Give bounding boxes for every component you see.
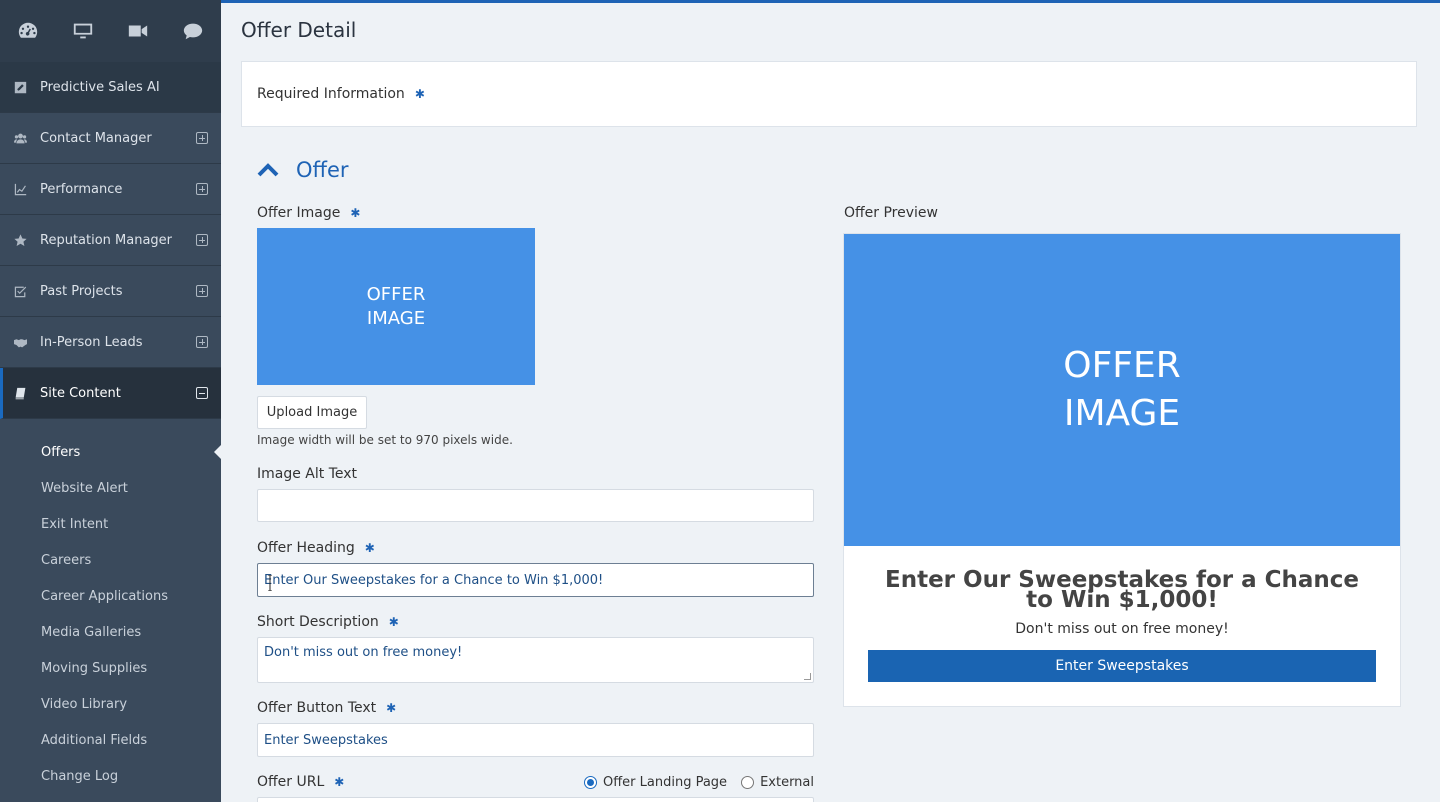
book-icon [14, 387, 27, 400]
offer-url-type-radio-group: Offer Landing Page External [570, 775, 814, 790]
submenu-item-exit-intent[interactable]: Exit Intent [0, 506, 221, 542]
offer-button-text-label-text: Offer Button Text [257, 700, 377, 716]
chevron-up-icon [257, 163, 279, 177]
submenu-item-media-galleries[interactable]: Media Galleries [0, 614, 221, 650]
sidebar-item-past-projects[interactable]: Past Projects [0, 266, 221, 317]
radio-selected-icon[interactable] [583, 776, 597, 789]
preview-enter-sweepstakes-button[interactable]: Enter Sweepstakes [868, 650, 1376, 682]
sidebar-item-label: Contact Manager [40, 130, 152, 146]
image-width-help-text: Image width will be set to 970 pixels wi… [257, 433, 513, 447]
radio-label: External [760, 775, 814, 790]
star-icon [14, 233, 27, 247]
sidebar-item-site-content[interactable]: Site Content [0, 368, 221, 419]
check-square-icon [14, 285, 27, 298]
chat-bubble-icon[interactable] [165, 0, 220, 62]
offer-url-input[interactable] [257, 797, 814, 802]
sidebar-item-predictive-sales-ai[interactable]: Predictive Sales AI [0, 62, 221, 113]
radio-unselected-icon[interactable] [741, 776, 755, 789]
required-asterisk-icon: ✱ [364, 541, 375, 555]
sidebar-item-reputation-manager[interactable]: Reputation Manager [0, 215, 221, 266]
required-information-card: Required Information ✱ [241, 61, 1417, 127]
short-description-label: Short Description ✱ [257, 614, 399, 630]
text-cursor-icon [268, 575, 272, 591]
required-information-text: Required Information [257, 86, 405, 102]
short-description-textarea[interactable]: Don't miss out on free money! [257, 637, 814, 683]
offer-button-text-input[interactable]: Enter Sweepstakes [257, 723, 814, 757]
upload-image-button[interactable]: Upload Image [257, 396, 367, 429]
preview-image-text-line2: IMAGE [1063, 393, 1181, 434]
offer-preview-label: Offer Preview [844, 205, 938, 221]
offer-button-text-label: Offer Button Text ✱ [257, 700, 396, 716]
top-accent-bar [221, 0, 1440, 3]
required-information-label: Required Information ✱ [257, 86, 425, 102]
submenu-item-moving-supplies[interactable]: Moving Supplies [0, 650, 221, 686]
submenu-item-offers[interactable]: Offers [0, 434, 221, 470]
expand-icon[interactable] [196, 183, 208, 195]
offer-preview-card: OFFER IMAGE Enter Our Sweepstakes for a … [843, 233, 1401, 707]
offer-section-title: Offer [296, 158, 349, 182]
dashboard-icon[interactable] [0, 0, 55, 62]
preview-heading: Enter Our Sweepstakes for a Chance to Wi… [884, 567, 1360, 613]
sidebar-item-label: In-Person Leads [40, 334, 143, 350]
sidebar-item-contact-manager[interactable]: Contact Manager [0, 113, 221, 164]
expand-icon[interactable] [196, 336, 208, 348]
required-asterisk-icon: ✱ [414, 87, 425, 101]
sidebar-item-label: Past Projects [40, 283, 123, 299]
offer-image-text-line2: IMAGE [366, 307, 426, 329]
sidebar: Predictive Sales AI Contact Manager Perf… [0, 0, 221, 802]
handshake-icon [14, 336, 27, 349]
collapse-icon[interactable] [196, 387, 208, 399]
sidebar-item-in-person-leads[interactable]: In-Person Leads [0, 317, 221, 368]
short-description-value: Don't miss out on free money! [264, 645, 463, 660]
radio-offer-landing-page[interactable]: Offer Landing Page [583, 775, 728, 790]
sidebar-item-label: Reputation Manager [40, 232, 173, 248]
image-alt-text-input[interactable] [257, 489, 814, 522]
offer-image-text-line1: OFFER [366, 283, 426, 305]
short-description-label-text: Short Description [257, 614, 379, 630]
offer-image-placeholder: OFFER IMAGE [257, 228, 535, 385]
submenu-item-careers[interactable]: Careers [0, 542, 221, 578]
sidebar-top-icons [0, 0, 221, 62]
submenu-item-change-log[interactable]: Change Log [0, 758, 221, 794]
sidebar-item-label: Performance [40, 181, 123, 197]
required-asterisk-icon: ✱ [334, 775, 345, 789]
offer-heading-label: Offer Heading ✱ [257, 540, 375, 556]
required-asterisk-icon: ✱ [388, 615, 399, 629]
edit-square-icon [14, 81, 27, 94]
sidebar-item-label: Predictive Sales AI [40, 79, 160, 95]
offer-heading-input[interactable]: Enter Our Sweepstakes for a Chance to Wi… [257, 563, 814, 597]
radio-external[interactable]: External [741, 775, 814, 790]
expand-icon[interactable] [196, 285, 208, 297]
required-asterisk-icon: ✱ [350, 206, 361, 220]
preview-image-placeholder: OFFER IMAGE [844, 234, 1400, 546]
offer-section-toggle[interactable]: Offer [257, 158, 349, 182]
site-content-submenu: Offers Website Alert Exit Intent Careers… [0, 419, 221, 794]
resize-handle-icon[interactable] [804, 673, 811, 680]
submenu-item-career-applications[interactable]: Career Applications [0, 578, 221, 614]
required-asterisk-icon: ✱ [386, 701, 397, 715]
desktop-icon[interactable] [55, 0, 110, 62]
preview-description: Don't miss out on free money! [1015, 621, 1229, 637]
page-title: Offer Detail [241, 18, 357, 42]
offer-url-label: Offer URL ✱ [257, 774, 344, 790]
expand-icon[interactable] [196, 234, 208, 246]
offer-heading-label-text: Offer Heading [257, 540, 355, 556]
radio-label: Offer Landing Page [602, 775, 728, 790]
offer-image-label: Offer Image ✱ [257, 205, 360, 221]
video-camera-icon[interactable] [110, 0, 165, 62]
expand-icon[interactable] [196, 132, 208, 144]
users-icon [14, 132, 27, 145]
preview-image-text-line1: OFFER [1063, 345, 1181, 386]
submenu-item-additional-fields[interactable]: Additional Fields [0, 722, 221, 758]
offer-url-label-text: Offer URL [257, 774, 325, 790]
line-chart-icon [14, 183, 27, 196]
image-alt-text-label: Image Alt Text [257, 466, 358, 482]
sidebar-item-label: Site Content [40, 385, 121, 401]
sidebar-item-performance[interactable]: Performance [0, 164, 221, 215]
offer-image-label-text: Offer Image [257, 205, 341, 221]
submenu-item-video-library[interactable]: Video Library [0, 686, 221, 722]
submenu-item-website-alert[interactable]: Website Alert [0, 470, 221, 506]
